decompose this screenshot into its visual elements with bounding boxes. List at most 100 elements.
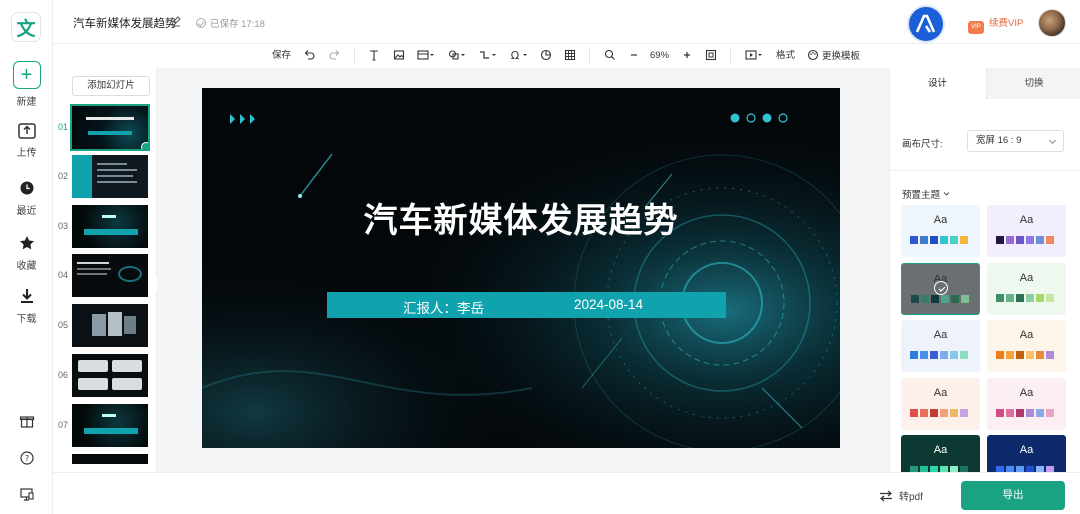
theme-card[interactable]: Aa (987, 435, 1066, 472)
slide-thumbnail-4[interactable]: 04 (53, 254, 156, 300)
slide-thumbnail-2[interactable]: 02 (53, 155, 156, 201)
slide-preview (72, 155, 148, 198)
shape-dropdown[interactable] (448, 49, 466, 61)
document-title[interactable]: 汽车新媒体发展趋势 (73, 15, 177, 31)
color-swatch (1006, 236, 1014, 244)
slide-thumbnail-1[interactable]: 01 (53, 104, 156, 152)
slide-preview (70, 104, 150, 151)
upload-label: 上传 (16, 148, 37, 159)
add-slide-button[interactable]: 添加幻灯片 (72, 76, 150, 96)
color-swatch (1036, 351, 1044, 359)
slide-thumbnail-7[interactable]: 07 (53, 404, 156, 450)
chart-button[interactable] (540, 49, 552, 61)
avatar[interactable] (1038, 9, 1066, 37)
tab-switch[interactable]: 切换 (986, 68, 1080, 99)
line-dropdown[interactable] (479, 49, 497, 61)
theme-card[interactable]: Aa (987, 262, 1066, 315)
export-button[interactable]: 导出 (961, 481, 1065, 510)
color-swatch (1046, 351, 1054, 359)
connector-icon (480, 51, 496, 59)
theme-card[interactable]: Aa (901, 205, 980, 257)
save-status-text: 已保存 17:18 (210, 19, 265, 30)
symbol-dropdown[interactable]: Ω (510, 49, 528, 61)
convert-pdf-button[interactable]: 转pdf (879, 488, 923, 503)
panel-tabs: 设计 切换 (890, 68, 1080, 99)
download-button[interactable]: 下载 (0, 285, 53, 325)
toolbar-divider (589, 49, 590, 63)
upload-icon (17, 123, 36, 139)
new-button[interactable]: + 新建 (0, 61, 53, 108)
new-label: 新建 (16, 97, 37, 108)
color-swatch (951, 294, 959, 303)
slide-number: 02 (58, 171, 69, 181)
slide-canvas[interactable]: 汽车新媒体发展趋势 汇报人：李岳 2024-08-14 (202, 88, 840, 448)
theme-card[interactable]: Aa (987, 377, 1066, 430)
color-swatch (1016, 351, 1024, 359)
theme-swatches (910, 348, 970, 359)
color-swatch (996, 236, 1004, 244)
play-dropdown[interactable] (745, 49, 763, 61)
color-swatch (1026, 293, 1034, 302)
theme-swatches (996, 291, 1056, 302)
pie-chart-icon (540, 49, 552, 61)
clock-icon (20, 181, 33, 195)
theme-card[interactable]: Aa (901, 377, 980, 430)
text-button[interactable] (368, 49, 380, 61)
recent-button[interactable]: 最近 (0, 177, 53, 217)
theme-sample-text: Aa (1019, 386, 1034, 399)
fit-screen-button[interactable] (705, 49, 717, 61)
media-dropdown[interactable] (417, 49, 435, 61)
theme-card[interactable]: Aa (987, 320, 1066, 372)
image-button[interactable] (393, 49, 405, 61)
theme-card[interactable]: Aa (901, 262, 980, 315)
slide-thumbnail-5[interactable]: 05 (53, 304, 156, 350)
color-swatch (996, 408, 1004, 417)
search-icon (604, 49, 615, 60)
slide-thumbnail-8-partial[interactable] (72, 454, 148, 464)
change-template-button[interactable]: 更换模板 (807, 49, 860, 64)
preset-themes-toggle[interactable]: 预置主题 (902, 187, 950, 201)
color-swatch (940, 408, 948, 417)
favorites-button[interactable]: 收藏 (0, 232, 53, 272)
save-button[interactable]: 保存 (272, 49, 291, 63)
theme-sample-text: Aa (1019, 329, 1034, 341)
table-button[interactable] (564, 49, 576, 61)
theme-card[interactable]: Aa (901, 320, 980, 372)
help-icon: ? (19, 451, 34, 465)
help-button[interactable]: ? (0, 450, 53, 466)
theme-card[interactable]: Aa (901, 435, 980, 472)
zoom-out-button[interactable] (629, 49, 639, 61)
format-button[interactable]: 格式 (776, 49, 795, 63)
zoom-in-button[interactable] (682, 49, 692, 61)
theme-swatches (996, 348, 1056, 359)
tab-design[interactable]: 设计 (890, 68, 985, 99)
theme-swatches (910, 233, 970, 244)
presenter-band[interactable]: 汇报人：李岳 2024-08-14 (327, 292, 726, 318)
undo-button[interactable] (303, 49, 315, 61)
slide-thumbnail-6[interactable]: 06 (53, 354, 156, 400)
app-logo[interactable]: 文 (11, 12, 41, 42)
color-swatch (910, 408, 918, 417)
theme-sample-text: Aa (933, 214, 948, 226)
slide-number: 06 (58, 370, 69, 380)
slide-thumbnail-3[interactable]: 03 (53, 205, 156, 251)
triple-arrow-icon (230, 114, 255, 124)
gift-button[interactable] (0, 413, 53, 429)
canvas-size-select[interactable]: 宽屏 16 : 9 (967, 130, 1064, 152)
zoom-level[interactable]: 69% (650, 49, 669, 63)
slide-background-art (202, 88, 840, 448)
edit-icon[interactable] (170, 15, 182, 27)
color-swatch (1016, 408, 1024, 417)
theme-swatches (996, 233, 1056, 244)
brand-badge[interactable] (907, 5, 945, 43)
color-swatch (920, 351, 928, 359)
color-swatch (921, 294, 929, 303)
color-swatch (1026, 408, 1034, 417)
search-button[interactable] (604, 49, 616, 61)
slide-title[interactable]: 汽车新媒体发展趋势 (202, 193, 840, 242)
renew-vip-button[interactable]: VIP 续费VIP (968, 15, 1023, 34)
redo-button[interactable] (329, 49, 341, 61)
device-button[interactable] (0, 486, 53, 502)
theme-card[interactable]: Aa (987, 205, 1066, 257)
upload-button[interactable]: 上传 (0, 119, 53, 159)
